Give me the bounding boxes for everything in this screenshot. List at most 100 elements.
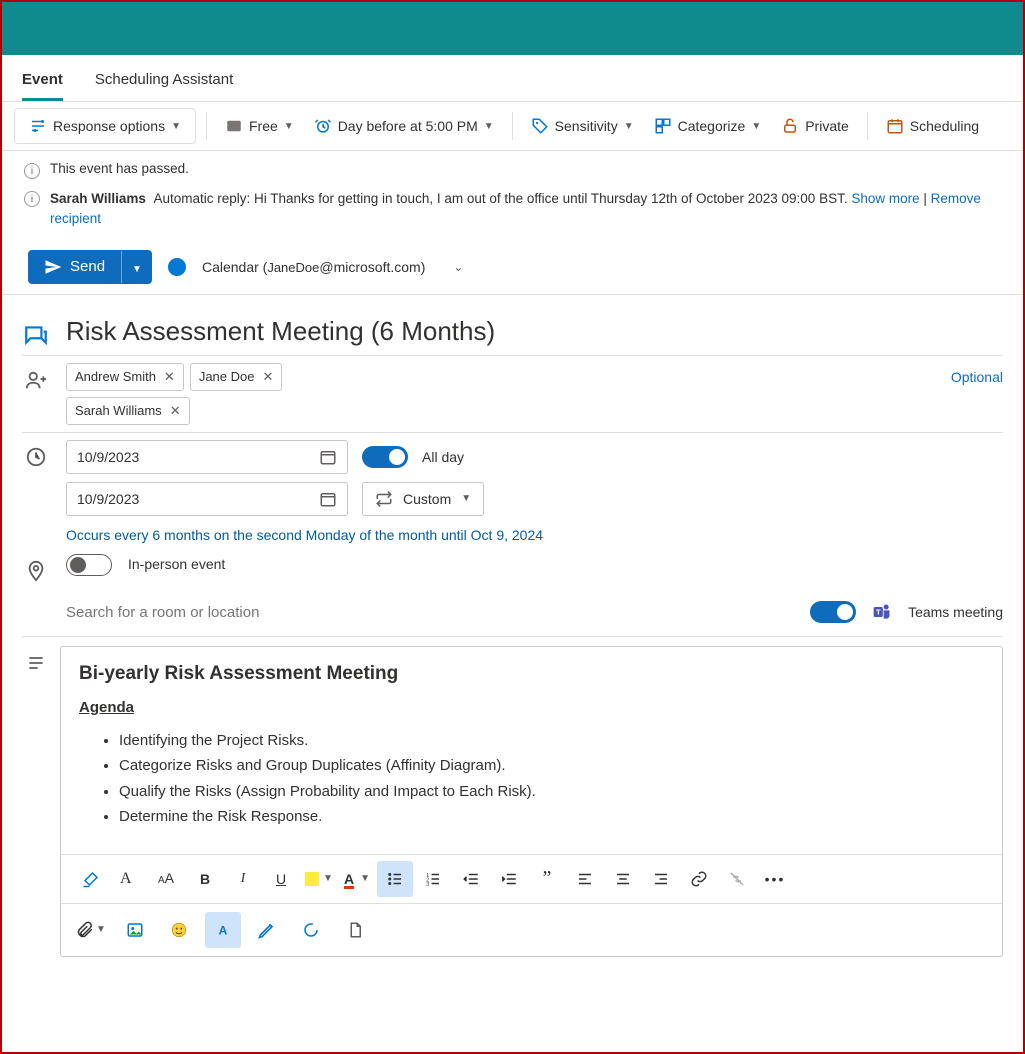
teams-meeting-toggle[interactable] [810,601,856,623]
chevron-down-icon: ▼ [751,121,761,132]
more-formatting-button[interactable]: ••• [757,861,793,897]
ribbon-toolbar: Response options ▼ Free ▼ Day before at … [2,102,1023,151]
repeat-icon [375,490,393,508]
event-title-input[interactable] [66,316,1003,347]
chevron-down-icon: ▼ [461,493,471,504]
show-more-link[interactable]: Show more [851,191,919,206]
document-icon [346,921,364,939]
quote-button[interactable]: ” [529,861,565,897]
numbered-list-button[interactable]: 123 [415,861,451,897]
private-button[interactable]: Private [773,113,857,139]
bullet-list-icon [386,870,404,888]
insert-emoji-button[interactable] [161,912,197,948]
in-person-label: In-person event [128,554,225,572]
calendar-selector[interactable]: Calendar (JaneDoe@microsoft.com) [202,259,425,275]
bold-button[interactable]: B [187,861,223,897]
reminder-button[interactable]: Day before at 5:00 PM ▼ [306,113,502,139]
description-content[interactable]: Bi-yearly Risk Assessment Meeting Agenda… [61,647,1002,854]
in-person-toggle[interactable] [66,554,112,576]
attendee-chip[interactable]: Jane Doe ✕ [190,363,283,391]
remove-chip-icon[interactable]: ✕ [170,403,181,419]
send-split-button[interactable]: ▼ [121,251,152,283]
attendee-chip[interactable]: Andrew Smith ✕ [66,363,184,391]
remove-chip-icon[interactable]: ✕ [164,369,175,385]
description-editor[interactable]: Bi-yearly Risk Assessment Meeting Agenda… [60,646,1003,957]
sensitivity-label: Sensitivity [555,118,618,134]
paperclip-icon [76,921,94,939]
underline-button[interactable]: U [263,861,299,897]
align-right-button[interactable] [643,861,679,897]
attendee-name: Sarah Williams [75,403,162,418]
sensitivity-button[interactable]: Sensitivity ▼ [523,113,642,139]
outdent-button[interactable] [453,861,489,897]
indent-icon [500,870,518,888]
attendee-chip[interactable]: Sarah Williams ✕ [66,397,190,425]
scheduling-poll-label: Scheduling [910,118,979,134]
format-toolbar: A AA B I U ▼ A▼ 123 ” ••• [61,854,1002,903]
indent-button[interactable] [491,861,527,897]
align-center-icon [614,870,632,888]
scheduling-poll-button[interactable]: Scheduling [878,113,987,139]
editor-toggle-button[interactable]: A [205,912,241,948]
response-options-button[interactable]: Response options ▼ [21,113,189,139]
chevron-down-icon: ▼ [171,121,181,132]
insert-picture-button[interactable] [117,912,153,948]
insert-file-button[interactable] [337,912,373,948]
auto-reply-banner: i Sarah Williams Automatic reply: Hi Tha… [2,189,1023,240]
busy-status-button[interactable]: Free ▼ [217,113,302,139]
tag-icon [531,117,549,135]
spacer [22,609,50,615]
insert-signature-button[interactable] [249,912,285,948]
format-painter-button[interactable] [73,861,109,897]
chevron-down-icon: ▼ [96,924,106,935]
calendar-chevron-icon[interactable]: ⌄ [453,260,463,274]
remove-link-button[interactable] [719,861,755,897]
unlink-icon [728,870,746,888]
attach-file-button[interactable]: ▼ [73,912,109,948]
italic-button[interactable]: I [225,861,261,897]
info-icon: i [24,191,40,207]
insert-link-button[interactable] [681,861,717,897]
calendar-icon [886,117,904,135]
font-color-button[interactable]: A▼ [339,861,375,897]
attendee-name: Andrew Smith [75,369,156,384]
auto-reply-name: Sarah Williams [50,191,146,206]
chevron-down-icon: ▼ [323,873,333,884]
categorize-button[interactable]: Categorize ▼ [646,113,770,139]
svg-text:T: T [876,608,881,617]
info-icon: i [24,163,40,179]
location-search-input[interactable] [66,596,794,629]
highlight-button[interactable]: ▼ [301,861,337,897]
people-icon [22,363,50,391]
end-date-input[interactable]: 10/9/2023 [66,482,348,516]
start-date-value: 10/9/2023 [77,449,139,465]
highlight-icon [305,872,319,886]
send-label: Send [70,258,105,275]
calendar-user: JaneDoe [267,260,319,275]
tab-event[interactable]: Event [22,63,63,101]
font-size-button[interactable]: AA [149,861,185,897]
align-right-icon [652,870,670,888]
align-left-button[interactable] [567,861,603,897]
recurrence-label: Custom [403,491,451,507]
optional-attendees-button[interactable]: Optional [951,369,1003,385]
font-color-icon: A [344,871,354,887]
categorize-icon [654,117,672,135]
align-center-button[interactable] [605,861,641,897]
bullet-list-button[interactable] [377,861,413,897]
align-left-icon [576,870,594,888]
all-day-toggle[interactable] [362,446,408,468]
end-date-value: 10/9/2023 [77,491,139,507]
agenda-item: Determine the Risk Response. [119,804,984,830]
start-date-input[interactable]: 10/9/2023 [66,440,348,474]
remove-chip-icon[interactable]: ✕ [262,369,273,385]
recurrence-summary-link[interactable]: Occurs every 6 months on the second Mond… [22,523,1003,547]
recurrence-button[interactable]: Custom ▼ [362,482,484,516]
send-button[interactable]: Send [28,250,121,284]
busy-icon [225,117,243,135]
title-icon [22,316,50,348]
alarm-icon [314,117,332,135]
insert-loop-button[interactable] [293,912,329,948]
tab-scheduling-assistant[interactable]: Scheduling Assistant [95,63,233,101]
font-family-button[interactable]: A [111,861,147,897]
